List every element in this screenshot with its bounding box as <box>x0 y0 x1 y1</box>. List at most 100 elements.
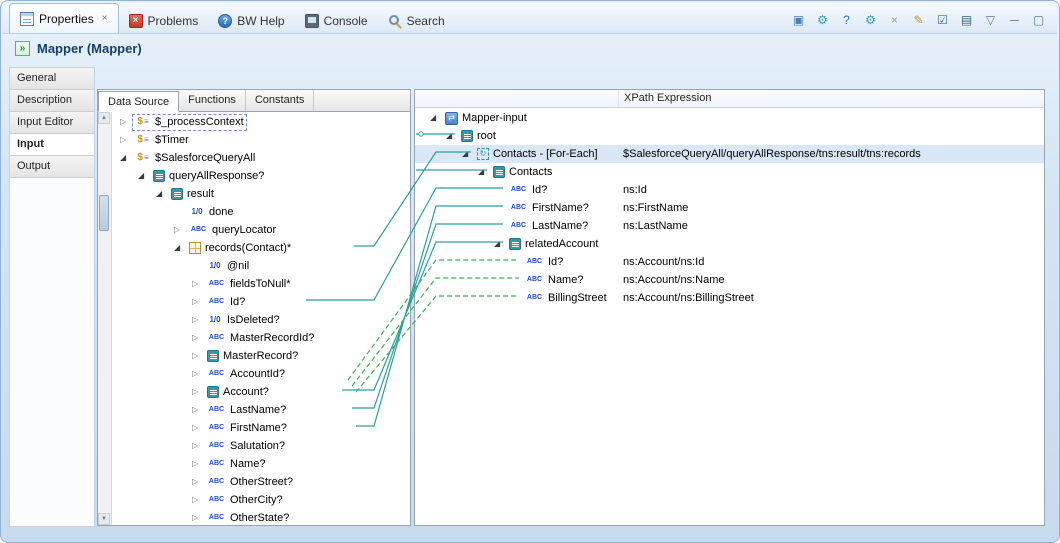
scrollbar-thumb[interactable] <box>99 195 109 231</box>
source-tree-row[interactable]: ◢queryAllResponse? <box>112 167 410 185</box>
tree-node-label: Account? <box>223 383 269 401</box>
target-tree-row[interactable]: ABCLastName?ns:LastName <box>415 217 1044 235</box>
xpath-column-header: XPath Expression <box>618 90 711 107</box>
twistie-collapsed-icon[interactable]: ▷ <box>192 437 205 455</box>
twistie-expanded-icon[interactable]: ◢ <box>156 185 169 203</box>
twistie-expanded-icon[interactable]: ◢ <box>478 163 491 181</box>
twistie-collapsed-icon[interactable]: ▷ <box>192 311 205 329</box>
source-tree-row[interactable]: ▷$≡$_processContext <box>112 113 410 131</box>
target-tree-row[interactable]: ◢relatedAccount <box>415 235 1044 253</box>
twistie-collapsed-icon[interactable]: ▷ <box>192 491 205 509</box>
tab-bw-help[interactable]: BW Help <box>208 9 294 33</box>
scroll-up-icon[interactable]: ▲ <box>98 112 110 124</box>
twistie-expanded-icon[interactable]: ◢ <box>430 109 443 127</box>
sidebar-item-general[interactable]: General <box>10 68 94 90</box>
scroll-down-icon[interactable]: ▼ <box>98 513 110 525</box>
twistie-expanded-icon[interactable]: ◢ <box>462 145 475 163</box>
target-tree-row[interactable]: ABCId?ns:Id <box>415 181 1044 199</box>
data-source-panel: Data SourceFunctionsConstants ▲ ▼ ▷$≡$_p… <box>97 89 411 526</box>
source-tree-row[interactable]: 1/0done <box>112 203 410 221</box>
twistie-collapsed-icon[interactable]: ▷ <box>192 473 205 491</box>
source-tree-row[interactable]: ◢result <box>112 185 410 203</box>
gears-secondary-icon[interactable]: ⚙ <box>862 11 879 28</box>
twistie-expanded-icon[interactable]: ◢ <box>174 239 187 257</box>
tree-node-label: Id? <box>230 293 245 311</box>
sidebar-item-description[interactable]: Description <box>10 90 94 112</box>
close-tab-icon[interactable]: × <box>102 13 108 24</box>
tab-properties[interactable]: Properties× <box>9 3 119 33</box>
tab-functions[interactable]: Functions <box>179 90 246 111</box>
twistie-expanded-icon[interactable]: ◢ <box>138 167 151 185</box>
checkbox-icon[interactable]: ☑ <box>934 11 951 28</box>
source-tree-row[interactable]: ▷ABCFirstName? <box>112 419 410 437</box>
source-tree-row[interactable]: ▷ABCName? <box>112 455 410 473</box>
source-tree-row[interactable]: ▷ Account? <box>112 383 410 401</box>
target-header-row: XPath Expression <box>415 90 1044 108</box>
open-new-editor-icon[interactable]: ▣ <box>790 11 807 28</box>
twistie-collapsed-icon[interactable]: ▷ <box>192 455 205 473</box>
twistie-collapsed-icon[interactable]: ▷ <box>192 509 205 525</box>
twistie-collapsed-icon[interactable]: ▷ <box>192 401 205 419</box>
target-tree-row[interactable]: ABCId?ns:Account/ns:Id <box>415 253 1044 271</box>
source-tree-row[interactable]: ▷ABCOtherStreet? <box>112 473 410 491</box>
close-gray-icon[interactable]: × <box>886 11 903 28</box>
twistie-collapsed-icon[interactable]: ▷ <box>192 347 205 365</box>
source-tree-row[interactable]: ▷MasterRecord? <box>112 347 410 365</box>
twistie-collapsed-icon[interactable]: ▷ <box>192 293 205 311</box>
twistie-expanded-icon[interactable]: ◢ <box>494 235 507 253</box>
view-menu-icon[interactable]: ▽ <box>982 11 999 28</box>
sidebar-item-output[interactable]: Output <box>10 156 94 178</box>
gears-icon[interactable]: ⚙ <box>814 11 831 28</box>
tree-node-label: records(Contact)* <box>205 239 291 257</box>
edit-icon[interactable]: ✎ <box>910 11 927 28</box>
tab-constants[interactable]: Constants <box>246 90 315 111</box>
twistie-expanded-icon[interactable]: ◢ <box>120 149 133 167</box>
target-tree-row[interactable]: ◢↻Contacts - [For-Each]$SalesforceQueryA… <box>415 145 1044 163</box>
console-display-icon[interactable]: ▤ <box>958 11 975 28</box>
target-tree-row[interactable]: ABCName?ns:Account/ns:Name <box>415 271 1044 289</box>
twistie-collapsed-icon[interactable]: ▷ <box>192 329 205 347</box>
tab-data-source[interactable]: Data Source <box>98 91 179 112</box>
twistie-collapsed-icon[interactable]: ▷ <box>192 419 205 437</box>
minimize-icon[interactable]: ─ <box>1006 11 1023 28</box>
source-tree-row[interactable]: ▷ABCAccountId? <box>112 365 410 383</box>
tree-node: ABCLastName? <box>507 219 590 234</box>
tab-console[interactable]: Console <box>295 9 378 33</box>
source-scrollbar[interactable]: ▲ ▼ <box>98 112 112 525</box>
twistie-collapsed-icon[interactable]: ▷ <box>120 113 133 131</box>
target-tree-row[interactable]: ◢⇄Mapper-input <box>415 109 1044 127</box>
source-tree-row[interactable]: ▷ABCLastName? <box>112 401 410 419</box>
source-tree-row[interactable]: ◢$≡$SalesforceQueryAll <box>112 149 410 167</box>
target-tree-row[interactable]: ABCBillingStreetns:Account/ns:BillingStr… <box>415 289 1044 307</box>
tab-problems[interactable]: Problems <box>119 9 209 33</box>
target-tree-row[interactable]: ◢root <box>415 127 1044 145</box>
source-tree-row[interactable]: ▷1/0IsDeleted? <box>112 311 410 329</box>
twistie-collapsed-icon[interactable]: ▷ <box>192 275 205 293</box>
source-tree-row[interactable]: ▷ABCfieldsToNull* <box>112 275 410 293</box>
twistie-collapsed-icon[interactable]: ▷ <box>120 131 133 149</box>
source-tree-row[interactable]: ▷ABCOtherCity? <box>112 491 410 509</box>
twistie-collapsed-icon[interactable]: ▷ <box>192 365 205 383</box>
target-tree-row[interactable]: ◢Contacts <box>415 163 1044 181</box>
tree-node: root <box>459 129 498 144</box>
source-tree-row[interactable]: ▷ABCOtherState? <box>112 509 410 525</box>
source-tree-row[interactable]: ▷ABCSalutation? <box>112 437 410 455</box>
source-tree-row[interactable]: ▷$≡$Timer <box>112 131 410 149</box>
maximize-icon[interactable]: ▢ <box>1030 11 1047 28</box>
help-circle-icon[interactable]: ? <box>838 11 855 28</box>
target-tree-row[interactable]: ABCFirstName?ns:FirstName <box>415 199 1044 217</box>
twistie-collapsed-icon[interactable]: ▷ <box>174 221 187 239</box>
source-tree-row[interactable]: ◢ records(Contact)* <box>112 239 410 257</box>
twistie-expanded-icon[interactable]: ◢ <box>446 127 459 145</box>
tree-node: $≡$SalesforceQueryAll <box>133 151 257 166</box>
tree-node: relatedAccount <box>507 237 600 252</box>
source-tree-row[interactable]: ▷ABC Id? <box>112 293 410 311</box>
source-tree-row[interactable]: 1/0@nil <box>112 257 410 275</box>
string-icon: ABC <box>207 293 226 311</box>
tab-search[interactable]: Search <box>378 9 455 33</box>
sidebar-item-input-editor[interactable]: Input Editor <box>10 112 94 134</box>
sidebar-item-input[interactable]: Input <box>10 134 94 156</box>
source-tree-row[interactable]: ▷ABCqueryLocator <box>112 221 410 239</box>
source-tree-row[interactable]: ▷ABCMasterRecordId? <box>112 329 410 347</box>
twistie-collapsed-icon[interactable]: ▷ <box>192 383 205 401</box>
